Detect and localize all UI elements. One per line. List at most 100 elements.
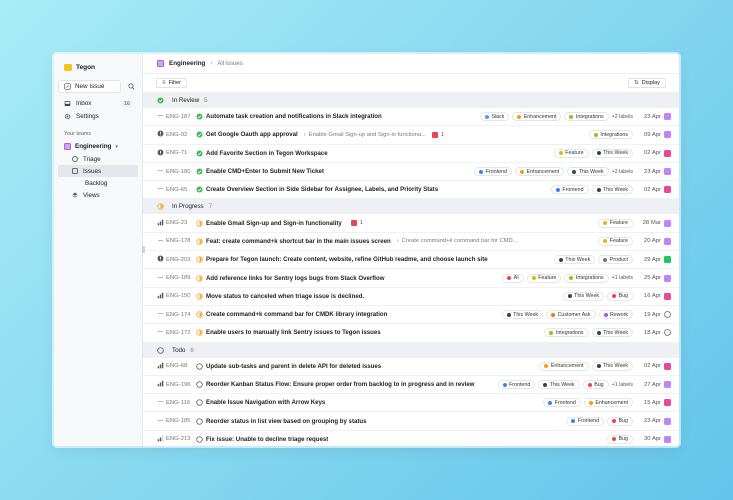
label-chip[interactable]: Integrations (544, 328, 589, 338)
priority-none-icon[interactable] (157, 112, 166, 121)
status-todo-icon[interactable] (196, 436, 206, 443)
priority-none-icon[interactable] (157, 274, 166, 283)
group-header-todo[interactable]: Todo 6 (143, 342, 679, 358)
status-in-review-icon[interactable] (196, 150, 206, 157)
status-in-review-icon[interactable] (196, 131, 206, 138)
sidebar-item-triage[interactable]: Triage (58, 153, 138, 165)
label-chip[interactable]: Frontend (497, 380, 536, 389)
status-todo-icon[interactable] (196, 363, 206, 370)
assignee-avatar[interactable] (664, 435, 671, 443)
label-chip[interactable]: This Week (501, 310, 544, 320)
label-chip[interactable]: Integrations (588, 130, 633, 140)
label-chip[interactable]: Frontend (550, 185, 589, 195)
sidebar-resize-handle[interactable] (142, 246, 145, 253)
priority-none-icon[interactable] (157, 328, 166, 337)
status-in-review-icon[interactable] (196, 168, 206, 175)
status-todo-icon[interactable] (196, 381, 206, 388)
issue-row[interactable]: ENG-189 Add reference links for Sentry lo… (143, 269, 679, 288)
sidebar-item-issues[interactable]: Issues (58, 165, 138, 177)
label-chip[interactable]: Integrations (564, 273, 609, 283)
label-chip[interactable]: Enhancement (515, 167, 565, 177)
label-chip[interactable]: This Week (591, 361, 633, 371)
more-labels[interactable]: +1 labels (612, 382, 633, 388)
label-chip[interactable]: Rework (598, 310, 633, 320)
parent-issue-link[interactable]: Enable Gmail Sign-up and Sign-in functio… (309, 132, 426, 138)
status-todo-icon[interactable] (196, 399, 206, 406)
issue-row[interactable]: ENG-71 Add Favorite Section in Tegon Work… (143, 145, 679, 163)
label-chip[interactable]: Enhancement (539, 361, 589, 371)
issue-row[interactable]: ENG-180 Enable CMD+Enter to Submit New Ti… (143, 163, 679, 182)
display-button[interactable]: ⇅ Display (628, 78, 666, 88)
label-chip[interactable]: Bug (607, 434, 633, 444)
label-chip[interactable]: This Week (553, 255, 596, 265)
issue-row[interactable]: ENG-65 Create Overview Section in Side Si… (143, 181, 679, 200)
assignee-avatar[interactable] (664, 329, 671, 337)
assignee-avatar[interactable] (664, 292, 671, 300)
parent-issue-link[interactable]: Create command+k command bar for CMD... (402, 238, 518, 244)
label-chip[interactable]: Customer Ask (546, 310, 596, 320)
priority-high-icon[interactable] (157, 219, 166, 228)
status-in-progress-icon[interactable] (196, 329, 206, 337)
label-chip[interactable]: Integrations (564, 112, 609, 122)
status-in-progress-icon[interactable] (196, 293, 206, 300)
label-chip[interactable]: Frontend (474, 167, 513, 177)
label-chip[interactable]: This Week (567, 167, 609, 177)
status-in-progress-icon[interactable] (196, 219, 206, 227)
assignee-avatar[interactable] (664, 168, 671, 176)
label-chip[interactable]: Feature (598, 236, 633, 246)
priority-high-icon[interactable] (157, 362, 166, 371)
status-in-progress-icon[interactable] (196, 256, 206, 263)
priority-none-icon[interactable] (157, 167, 166, 176)
more-labels[interactable]: +2 labels (612, 114, 633, 120)
sidebar-item-backlog[interactable]: Backlog (58, 177, 138, 189)
assignee-avatar[interactable] (664, 381, 671, 388)
priority-medium-icon[interactable] (157, 435, 166, 444)
label-chip[interactable]: Enhancement (583, 398, 633, 408)
group-header-in-review[interactable]: In Review 5 (143, 93, 679, 108)
label-chip[interactable]: Frontend (566, 416, 605, 426)
issue-row[interactable]: ENG-23 Enable Gmail Sign-up and Sign-in f… (143, 214, 679, 233)
issue-row[interactable]: ENG-203 Prepare for Tegon launch: Create … (143, 251, 679, 270)
label-chip[interactable]: This Week (591, 185, 633, 195)
priority-none-icon[interactable] (157, 237, 166, 246)
issue-row[interactable]: ENG-68 Update sub-tasks and parent in del… (143, 358, 679, 376)
label-chip[interactable]: Feature (526, 273, 562, 283)
search-icon[interactable] (125, 80, 138, 93)
assignee-avatar[interactable] (664, 113, 671, 121)
label-chip[interactable]: Bug (607, 291, 633, 301)
assignee-avatar[interactable] (664, 311, 671, 319)
workspace-switcher[interactable]: Tegon (58, 60, 138, 74)
new-issue-button[interactable]: New Issue (58, 80, 121, 93)
assignee-avatar[interactable] (664, 256, 671, 264)
assignee-avatar[interactable] (664, 274, 671, 282)
more-labels[interactable]: +1 labels (612, 275, 633, 281)
label-chip[interactable]: Feature (598, 218, 633, 228)
label-chip[interactable]: Slack (479, 112, 510, 122)
assignee-avatar[interactable] (664, 219, 671, 227)
issue-row[interactable]: ENG-178 Feat: create command+k shortcut b… (143, 233, 679, 252)
issue-row[interactable]: ENG-185 Reorder status in list view based… (143, 412, 679, 431)
label-chip[interactable]: This Week (562, 291, 605, 301)
priority-none-icon[interactable] (157, 310, 166, 319)
label-chip[interactable]: Frontend (543, 398, 581, 408)
label-chip[interactable]: Product (598, 255, 633, 265)
assignee-avatar[interactable] (664, 237, 671, 245)
issue-row[interactable]: ENG-92 Get Google Oauth app approval › Enab… (143, 126, 679, 145)
priority-none-icon[interactable] (157, 185, 166, 194)
assignee-avatar[interactable] (664, 417, 671, 425)
status-in-review-icon[interactable] (196, 113, 206, 120)
more-labels[interactable]: +2 labels (612, 169, 633, 175)
priority-high-icon[interactable] (157, 292, 166, 301)
label-chip[interactable]: Feature (553, 148, 589, 158)
team-engineering[interactable]: Engineering ▾ (58, 140, 138, 153)
issue-row[interactable]: ENG-213 Fix issue: Unable to decline tria… (143, 431, 679, 446)
breadcrumb-team[interactable]: Engineering (169, 60, 205, 67)
label-chip[interactable]: Enhancement (512, 112, 562, 122)
sidebar-item-settings[interactable]: Settings (58, 110, 138, 123)
label-chip[interactable]: Bug (582, 380, 609, 389)
issue-row[interactable]: ENG-187 Automate task creation and notifi… (143, 108, 679, 127)
label-chip[interactable]: AI (502, 273, 524, 283)
group-header-in-progress[interactable]: In Progress 7 (143, 199, 679, 215)
assignee-avatar[interactable] (664, 149, 671, 157)
status-todo-icon[interactable] (196, 417, 206, 425)
